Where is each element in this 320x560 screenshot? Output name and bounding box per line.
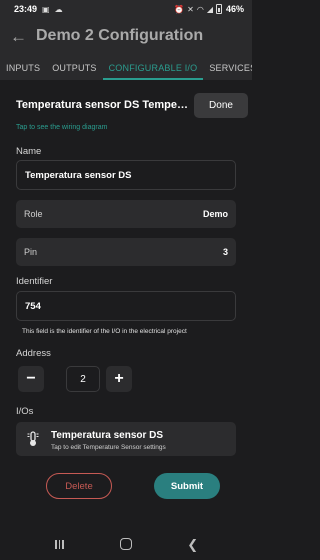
name-value: Temperatura sensor DS (25, 169, 132, 181)
tab-outputs[interactable]: OUTPUTS (46, 63, 102, 80)
mute-icon: ✕ (187, 4, 194, 14)
role-value: Demo (202, 209, 228, 219)
io-item-title: Temperatura sensor DS (51, 430, 164, 441)
increment-button[interactable]: + (106, 366, 132, 392)
io-item-subtitle: Tap to edit Temperature Sensor settings (51, 444, 166, 451)
pin-value: 3 (222, 247, 228, 257)
io-item-card[interactable]: Temperatura sensor DS Tap to edit Temper… (16, 422, 236, 456)
plus-icon: + (114, 370, 124, 387)
status-right-group: ⏰ ✕ ◠ ◢ 46% (174, 4, 244, 14)
decrement-button[interactable]: − (18, 366, 44, 392)
identifier-value: 754 (25, 300, 41, 312)
identifier-field[interactable]: 754 (16, 291, 236, 321)
app-bar: ← Demo 2 Configuration (0, 18, 252, 54)
recents-button[interactable] (49, 534, 69, 554)
address-value: 2 (80, 373, 86, 385)
role-field[interactable]: Role Demo (16, 200, 236, 228)
name-field[interactable]: Temperatura sensor DS (16, 160, 236, 190)
camera-icon: ▣ (42, 4, 50, 14)
page-title: Demo 2 Configuration (36, 27, 204, 44)
submit-button[interactable]: Submit (154, 473, 220, 499)
back-button[interactable]: ❮ (183, 534, 203, 554)
cloud-icon: ☁ (54, 4, 63, 14)
pin-label: Pin (24, 247, 38, 257)
back-chevron-icon: ❮ (187, 536, 199, 552)
battery-percent: 46% (225, 4, 244, 14)
home-icon (119, 538, 132, 550)
wiring-diagram-link[interactable]: Tap to see the wiring diagram (16, 124, 107, 131)
back-arrow-icon[interactable]: ← (10, 28, 27, 45)
delete-button[interactable]: Delete (46, 473, 112, 499)
system-nav-bar: ❮ (0, 528, 252, 560)
tab-inputs[interactable]: INPUTS (0, 63, 46, 80)
address-label: Address (16, 348, 51, 359)
tab-bar: INPUTS OUTPUTS CONFIGURABLE I/O SERVICES (0, 54, 252, 80)
status-bar: 23:49 ▣ ☁ ⏰ ✕ ◠ ◢ 46% (0, 0, 252, 18)
battery-icon (215, 4, 222, 14)
tab-configurable-io[interactable]: CONFIGURABLE I/O (102, 63, 204, 80)
address-stepper-value[interactable]: 2 (66, 366, 100, 392)
home-button[interactable] (116, 534, 136, 554)
status-left-group: 23:49 ▣ ☁ (14, 4, 63, 14)
signal-icon: ◢ (206, 4, 213, 14)
name-label: Name (16, 146, 42, 157)
pin-field[interactable]: Pin 3 (16, 238, 236, 266)
tab-services[interactable]: SERVICES (203, 63, 252, 80)
modal-header: Temperatura sensor DS Temperatura sensor… (0, 90, 252, 120)
recents-icon (55, 539, 64, 549)
identifier-helper-text: This field is the identifier of the I/O … (22, 328, 187, 335)
identifier-label: Identifier (16, 276, 53, 287)
minus-icon: − (26, 370, 36, 387)
role-label: Role (24, 209, 43, 219)
wifi-icon: ◠ (196, 4, 204, 14)
modal-title: Temperatura sensor DS Temperatura sensor… (16, 99, 188, 111)
done-button[interactable]: Done (194, 93, 248, 118)
status-time: 23:49 (14, 4, 38, 14)
thermometer-icon (26, 431, 40, 447)
ios-label: I/Os (16, 406, 34, 417)
alarm-icon: ⏰ (174, 4, 185, 14)
